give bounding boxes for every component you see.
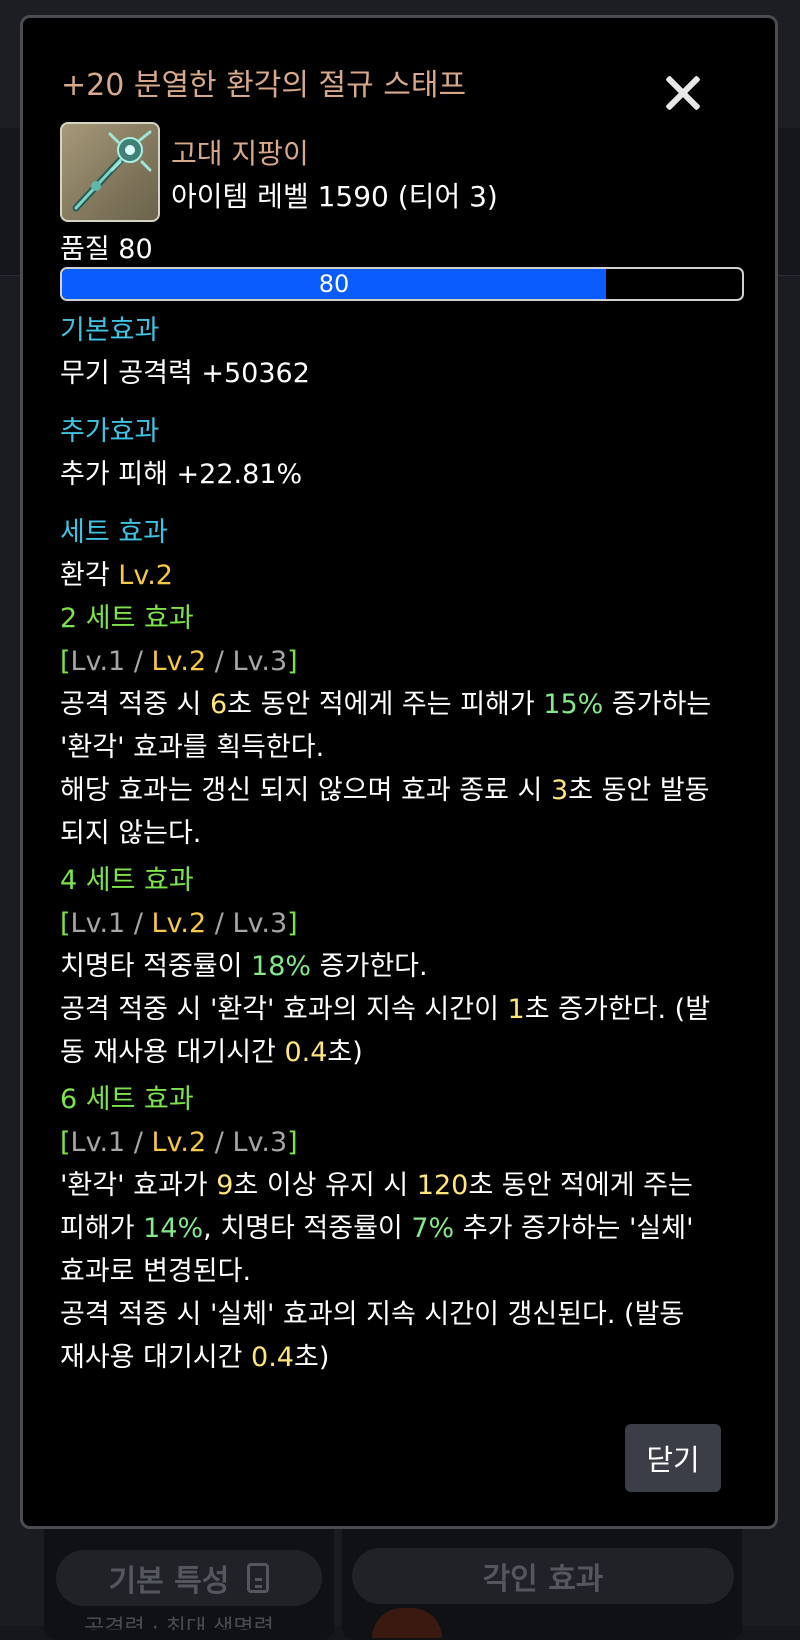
tab-basic-traits-label: 기본 특성: [108, 1564, 230, 1599]
tab-basic-traits[interactable]: 기본 특성: [56, 1550, 322, 1606]
document-icon: [247, 1563, 270, 1593]
set2-desc-4: 되지 않는다.: [60, 818, 202, 849]
item-type: 고대 지팡이: [171, 137, 309, 170]
background-peek-text: 공격력 · 최대 생명력: [84, 1616, 274, 1630]
set2-desc-2: '환각' 효과를 획득한다.: [60, 732, 325, 763]
item-level: 아이템 레벨 1590 (티어 3): [171, 180, 498, 213]
item-title: +20 분열한 환각의 절규 스태프: [61, 68, 467, 103]
tab-engraving[interactable]: 각인 효과: [352, 1548, 734, 1604]
extra-effect-title: 추가효과: [60, 416, 160, 447]
close-icon[interactable]: [663, 73, 703, 113]
quality-label: 품질 80: [60, 234, 153, 265]
set2-desc-3: 해당 효과는 갱신 되지 않으며 효과 종료 시 3초 동안 발동: [60, 775, 710, 806]
set-level: Lv.2: [118, 560, 173, 591]
tab-engraving-label: 각인 효과: [482, 1562, 604, 1597]
set4-desc-2: 공격 적중 시 '환각' 효과의 지속 시간이 1초 증가한다. (발: [60, 994, 711, 1025]
set2-desc-1: 공격 적중 시 6초 동안 적에게 주는 피해가 15% 증가하는: [60, 689, 712, 720]
set6-title: 6 세트 효과: [60, 1084, 194, 1115]
set-name: 환각: [60, 560, 110, 591]
basic-effect-title: 기본효과: [60, 315, 160, 346]
set-name-line: 환각 Lv.2: [60, 554, 750, 597]
set6-desc-1: '환각' 효과가 9초 이상 유지 시 120초 동안 적에게 주는: [60, 1170, 693, 1201]
set4-levels: [Lv.1 / Lv.2 / Lv.3]: [60, 908, 298, 939]
set6-desc-4: 공격 적중 시 '실체' 효과의 지속 시간이 갱신된다. (발동: [60, 1299, 685, 1330]
extra-effect-line: 추가 피해 +22.81%: [60, 459, 303, 490]
quality-bar: 80: [60, 267, 744, 301]
set2-title: 2 세트 효과: [60, 603, 194, 634]
item-tooltip-modal: +20 분열한 환각의 절규 스태프 고대 지팡이 아이템 레벨 1590 (티…: [20, 15, 778, 1529]
set6-desc-3: 효과로 변경된다.: [60, 1256, 252, 1287]
set6-desc-2: 피해가 14%, 치명타 적중률이 7% 추가 증가하는 '실체': [60, 1213, 694, 1244]
close-button[interactable]: 닫기: [625, 1424, 721, 1492]
staff-item-icon: [60, 122, 160, 222]
set4-desc-1: 치명타 적중률이 18% 증가한다.: [60, 951, 428, 982]
basic-effect-line: 무기 공격력 +50362: [60, 358, 310, 389]
set6-desc-5: 재사용 대기시간 0.4초): [60, 1342, 330, 1373]
set2-levels: [Lv.1 / Lv.2 / Lv.3]: [60, 646, 298, 677]
quality-bar-value: 80: [318, 270, 350, 298]
set4-desc-3: 동 재사용 대기시간 0.4초): [60, 1037, 363, 1068]
set4-title: 4 세트 효과: [60, 865, 194, 896]
set-effect-title: 세트 효과: [60, 517, 168, 548]
set6-levels: [Lv.1 / Lv.2 / Lv.3]: [60, 1127, 298, 1158]
tooltip-content: 기본효과 무기 공격력 +50362 추가효과 추가 피해 +22.81% 세트…: [60, 310, 750, 1379]
